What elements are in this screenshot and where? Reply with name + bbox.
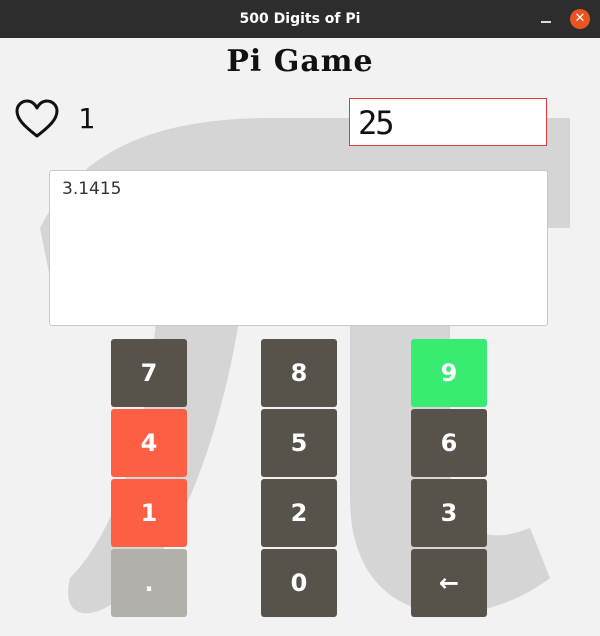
key-5[interactable]: 5 <box>261 409 337 477</box>
game-title: Pi Game <box>226 44 374 79</box>
window-title: 500 Digits of Pi <box>239 11 361 27</box>
key-1[interactable]: 1 <box>111 479 187 547</box>
minimize-icon[interactable] <box>536 9 556 29</box>
close-icon[interactable]: ✕ <box>570 9 590 29</box>
score-value: 25 <box>358 104 395 142</box>
key-6[interactable]: 6 <box>411 409 487 477</box>
key-0[interactable]: 0 <box>261 549 337 617</box>
key-9[interactable]: 9 <box>411 339 487 407</box>
score-display: 25 <box>349 98 547 146</box>
lives-count: 1 <box>78 102 95 135</box>
key-2[interactable]: 2 <box>261 479 337 547</box>
title-bar: 500 Digits of Pi ✕ <box>0 0 600 38</box>
game-window: Pi Game 1 25 3.1415 7 8 9 4 5 6 1 2 3. 0 ← <box>0 38 600 636</box>
key-4[interactable]: 4 <box>111 409 187 477</box>
key-7[interactable]: 7 <box>111 339 187 407</box>
key-8[interactable]: 8 <box>261 339 337 407</box>
key-backspace[interactable]: ← <box>411 549 487 617</box>
digits-text-area[interactable]: 3.1415 <box>49 170 548 326</box>
digits-value: 3.1415 <box>62 179 122 199</box>
key-3[interactable]: 3 <box>411 479 487 547</box>
key-decimal-point[interactable]: . <box>111 549 187 617</box>
heart-icon <box>15 99 59 138</box>
